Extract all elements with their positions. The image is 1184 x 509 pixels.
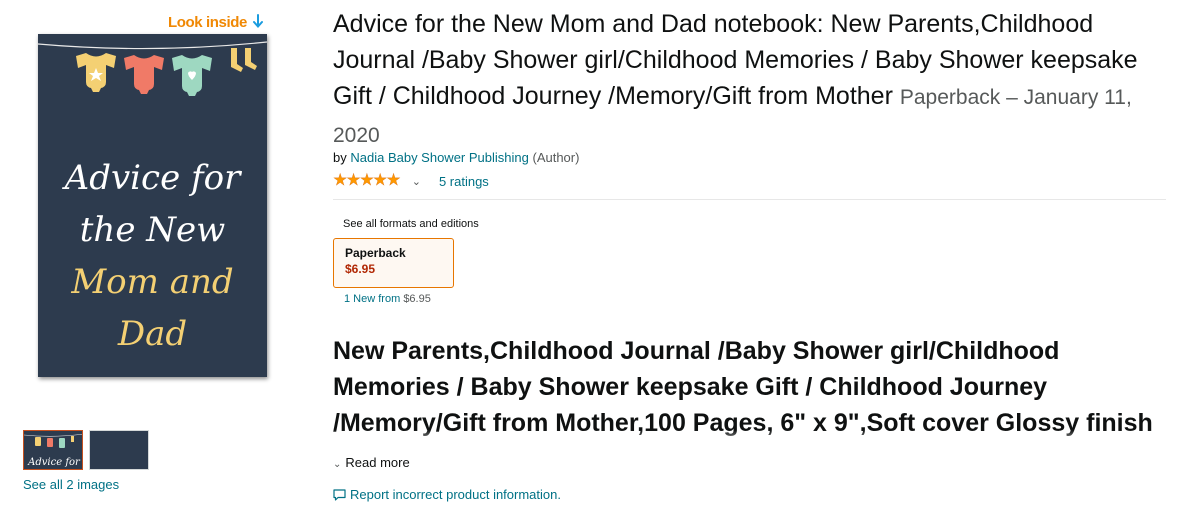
author-role: (Author) xyxy=(532,150,580,165)
new-from-link[interactable]: 1 New from $6.95 xyxy=(344,293,431,305)
description-fade xyxy=(333,430,1163,456)
format-option-paperback[interactable]: Paperback $6.95 xyxy=(333,238,454,288)
coral-onesie-icon xyxy=(124,55,164,94)
see-all-formats-link[interactable]: See all formats and editions xyxy=(343,218,479,230)
cover-line: Advice for xyxy=(64,158,241,198)
look-inside-label: Look inside xyxy=(168,14,247,31)
read-more-button[interactable]: ⌄ Read more xyxy=(333,455,410,470)
author-link[interactable]: Nadia Baby Shower Publishing xyxy=(350,150,529,165)
new-from-prefix: 1 New from xyxy=(344,293,401,305)
star-icon: ★ xyxy=(386,172,401,189)
divider xyxy=(333,199,1166,200)
byline-prefix: by xyxy=(333,150,347,165)
look-inside-button[interactable]: Look inside xyxy=(168,14,263,33)
see-all-images-link[interactable]: See all 2 images xyxy=(23,477,119,492)
cover-line: Mom and xyxy=(71,262,234,302)
new-from-price: $6.95 xyxy=(403,293,431,305)
read-more-label: Read more xyxy=(345,455,410,470)
byline: by Nadia Baby Shower Publishing (Author) xyxy=(333,150,579,165)
speech-bubble-icon xyxy=(333,488,346,501)
socks-icon xyxy=(231,48,257,72)
thumbnail-front-cover[interactable]: Advice for xyxy=(23,430,83,470)
star-icon: ★ xyxy=(373,172,388,189)
cover-title: Advice for the New Mom and Dad xyxy=(38,152,267,360)
thumbnail-back-cover[interactable] xyxy=(89,430,149,470)
report-label: Report incorrect product information. xyxy=(350,487,561,502)
chevron-down-icon[interactable]: ⌄ xyxy=(412,175,421,188)
product-title: Advice for the New Mom and Dad notebook:… xyxy=(333,6,1163,154)
star-icon: ★ xyxy=(359,172,375,189)
star-rating-icon[interactable]: ★ ★ ★ ★ ★ xyxy=(333,172,401,189)
book-cover-image[interactable]: Advice for the New Mom and Dad xyxy=(38,34,267,377)
yellow-onesie-icon xyxy=(76,53,116,92)
clothesline-illustration xyxy=(38,41,267,96)
chevron-down-icon: ⌄ xyxy=(333,459,342,470)
down-arrow-icon xyxy=(252,14,263,33)
star-icon: ★ xyxy=(333,172,348,189)
star-icon: ★ xyxy=(346,172,361,189)
mint-onesie-icon xyxy=(172,55,212,96)
format-name: Paperback xyxy=(345,246,406,260)
rating-row: ★ ★ ★ ★ ★ ⌄ 5 ratings xyxy=(333,171,489,191)
cover-line: Dad xyxy=(117,314,188,354)
format-price: $6.95 xyxy=(345,262,376,276)
cover-line: the New xyxy=(79,210,226,250)
report-incorrect-info-link[interactable]: Report incorrect product information. xyxy=(333,487,561,502)
mini-clothesline-icon xyxy=(24,433,82,448)
ratings-count-link[interactable]: 5 ratings xyxy=(439,174,489,189)
thumbnail-label: Advice for xyxy=(28,457,80,468)
